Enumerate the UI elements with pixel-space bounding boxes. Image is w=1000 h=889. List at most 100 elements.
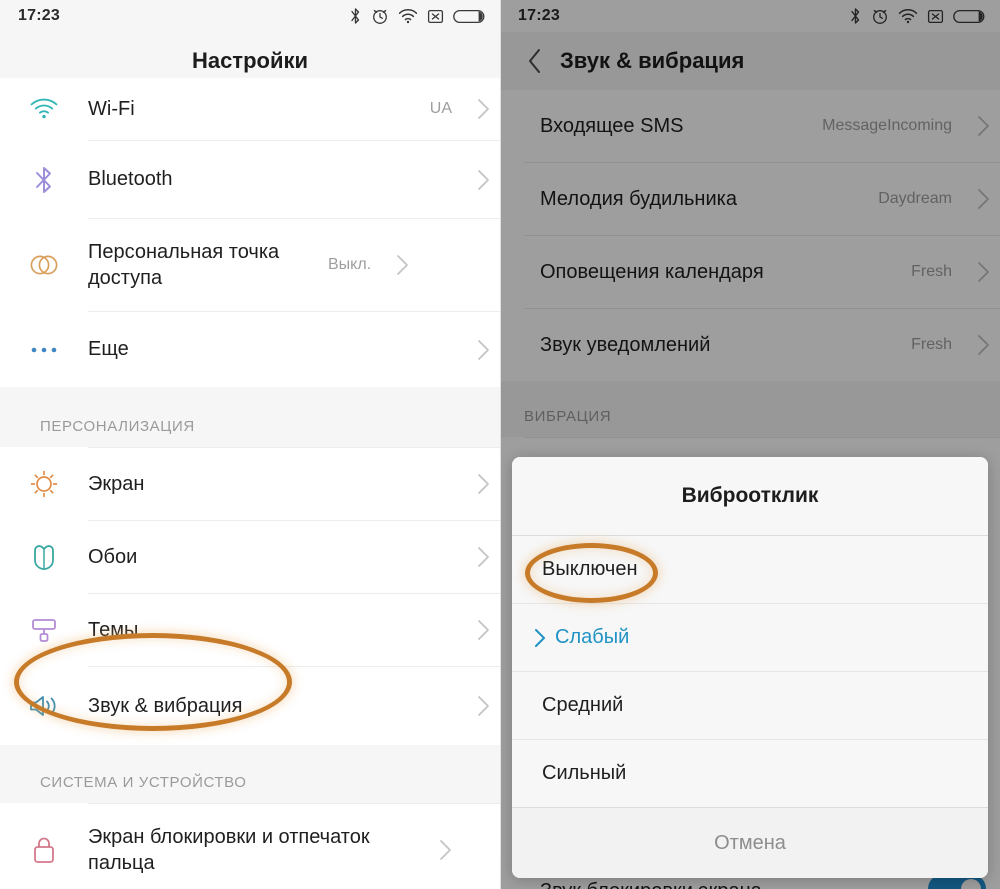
hotspot-icon <box>0 252 88 278</box>
chevron-right-icon <box>466 169 500 191</box>
chevron-right-icon <box>966 188 1000 210</box>
more-dots-icon <box>0 345 88 355</box>
section-header-label: ПЕРСОНАЛИЗАЦИЯ <box>40 418 195 435</box>
status-bar-icons <box>849 7 986 25</box>
dialog-option-medium[interactable]: Средний <box>512 672 988 739</box>
dialog-cancel-button[interactable]: Отмена <box>512 808 988 878</box>
settings-row-label: Экран <box>88 472 145 495</box>
chevron-right-icon <box>466 339 500 361</box>
chevron-right-icon <box>466 695 500 717</box>
chevron-right-icon <box>466 98 500 120</box>
dialog-option-weak[interactable]: Слабый <box>512 604 988 671</box>
vibration-feedback-dialog: Виброотклик Выключен Слабый Средний Силь… <box>512 457 988 878</box>
settings-row-label: Wi-Fi <box>88 97 135 120</box>
chevron-right-icon <box>966 334 1000 356</box>
settings-row-display[interactable]: Экран <box>0 448 500 520</box>
chevron-right-icon <box>466 546 500 568</box>
battery-icon <box>953 9 985 23</box>
battery-icon <box>453 9 485 23</box>
sound-settings-list: Входящее SMS MessageIncoming Мелодия буд… <box>500 90 1000 889</box>
section-header-system: СИСТЕМА И УСТРОЙСТВО <box>0 745 500 803</box>
right-screen-sound-vibration: 17:23 Звук & вибрация Входящее SMS Messa… <box>500 0 1000 889</box>
selected-chevron-icon <box>534 628 546 648</box>
speaker-icon <box>0 693 88 719</box>
chevron-right-icon <box>466 473 500 495</box>
settings-row-label: Темы <box>88 618 139 641</box>
wifi-icon <box>898 9 918 24</box>
status-bar: 17:23 <box>0 0 500 32</box>
page-title: Настройки <box>191 48 309 73</box>
settings-row-label: Звук & вибрация <box>88 694 243 717</box>
section-header-vibration: ВИБРАЦИЯ <box>500 381 1000 437</box>
sound-row-notification-sound[interactable]: Звук уведомлений Fresh <box>500 309 1000 381</box>
sound-row-alarm-tone[interactable]: Мелодия будильника Daydream <box>500 163 1000 235</box>
settings-row-label: Экран блокировки и отпечаток пальца <box>88 825 370 874</box>
left-screen-settings: 17:23 Настройки Wi-Fi UA Bluetooth Персо… <box>0 0 500 889</box>
section-header-label: ВИБРАЦИЯ <box>524 408 612 425</box>
settings-row-lockscreen[interactable]: Экран блокировки и отпечаток пальца <box>0 804 500 889</box>
chevron-right-icon <box>385 254 419 276</box>
settings-row-label: Bluetooth <box>88 168 173 191</box>
sound-row-label: Оповещения календаря <box>540 260 764 283</box>
section-header-personalization: ПЕРСОНАЛИЗАЦИЯ <box>0 387 500 447</box>
chevron-right-icon <box>466 619 500 641</box>
dialog-option-label: Выключен <box>542 558 638 580</box>
dialog-option-strong[interactable]: Сильный <box>512 740 988 807</box>
chevron-right-icon <box>966 115 1000 137</box>
dialog-option-off[interactable]: Выключен <box>512 536 988 603</box>
settings-row-label: Еще <box>88 338 129 361</box>
dialog-option-label: Слабый <box>555 626 630 648</box>
sound-row-value: MessageIncoming <box>822 117 952 134</box>
no-sim-icon <box>927 9 944 23</box>
settings-list: Wi-Fi UA Bluetooth Персональная точка до… <box>0 78 500 889</box>
wallpaper-icon <box>0 542 88 572</box>
settings-row-sound-vibration[interactable]: Звук & вибрация <box>0 667 500 745</box>
lock-icon <box>0 835 88 865</box>
chevron-right-icon <box>428 839 462 861</box>
brightness-icon <box>0 469 88 499</box>
alarm-icon <box>373 9 387 24</box>
sound-row-value: Fresh <box>911 263 952 280</box>
page-title-bar: Звук & вибрация <box>500 32 1000 90</box>
wifi-icon <box>0 97 88 121</box>
back-chevron-icon[interactable] <box>518 44 552 78</box>
sound-row-label: Мелодия будильника <box>540 187 737 210</box>
section-header-label: СИСТЕМА И УСТРОЙСТВО <box>40 774 247 791</box>
bluetooth-icon <box>351 8 360 24</box>
settings-row-wifi[interactable]: Wi-Fi UA <box>0 78 500 140</box>
dialog-option-label: Сильный <box>542 762 627 784</box>
sound-row-value: Daydream <box>878 190 952 207</box>
themes-icon <box>0 615 88 645</box>
settings-row-more[interactable]: Еще <box>0 312 500 387</box>
settings-row-value: Выкл. <box>328 256 372 273</box>
chevron-right-icon <box>966 261 1000 283</box>
status-bar: 17:23 <box>500 0 1000 32</box>
status-bar-icons <box>349 7 486 25</box>
settings-row-wallpaper[interactable]: Обои <box>0 521 500 593</box>
settings-row-label: Обои <box>88 545 138 568</box>
status-bar-clock: 17:23 <box>518 7 560 24</box>
dual-screenshot-composite: 17:23 Настройки Wi-Fi UA Bluetooth Персо… <box>0 0 1000 889</box>
settings-row-bluetooth[interactable]: Bluetooth <box>0 141 500 218</box>
settings-row-themes[interactable]: Темы <box>0 594 500 666</box>
dialog-option-label: Средний <box>542 694 624 716</box>
sound-row-value: Fresh <box>911 336 952 353</box>
settings-row-value: UA <box>429 100 452 117</box>
settings-row-hotspot[interactable]: Персональная точка доступа Выкл. <box>0 219 500 311</box>
toggle-knob <box>961 879 981 889</box>
status-bar-clock: 17:23 <box>18 7 60 24</box>
panel-divider <box>500 0 501 889</box>
wifi-icon <box>398 9 418 24</box>
sound-row-calendar-alerts[interactable]: Оповещения календаря Fresh <box>500 236 1000 308</box>
sound-row-incoming-sms[interactable]: Входящее SMS MessageIncoming <box>500 90 1000 162</box>
alarm-icon <box>873 9 887 24</box>
sound-row-label: Входящее SMS <box>540 114 684 137</box>
sound-row-label: Звук блокировки экрана <box>500 878 928 889</box>
sound-row-label: Звук уведомлений <box>540 333 711 356</box>
no-sim-icon <box>427 9 444 23</box>
bluetooth-icon <box>851 8 860 24</box>
page-title: Звук & вибрация <box>560 48 745 73</box>
bluetooth-icon <box>0 165 88 195</box>
dialog-title: Виброотклик <box>512 457 988 535</box>
settings-row-label: Персональная точка доступа <box>88 240 280 289</box>
